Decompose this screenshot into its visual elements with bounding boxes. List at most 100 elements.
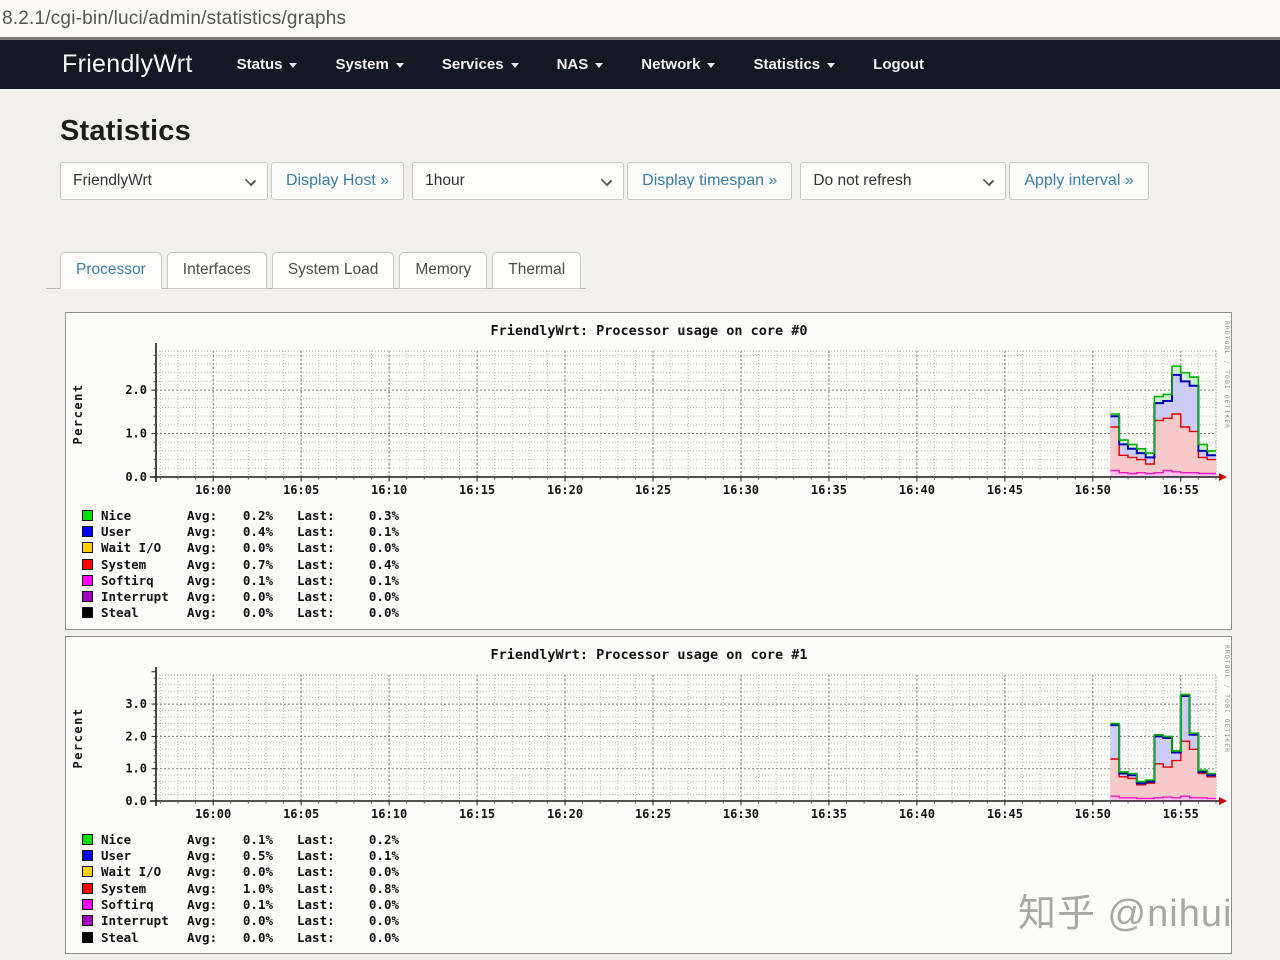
legend-last-label: Last: [297, 896, 335, 912]
chevron-down-icon [600, 174, 613, 187]
legend-avg-value: 0.0% [242, 929, 273, 945]
legend-last-value: 0.3% [368, 507, 399, 523]
nav-item-network[interactable]: Network [641, 56, 716, 73]
legend-last-value: 0.8% [368, 880, 399, 896]
tab-thermal[interactable]: Thermal [492, 252, 582, 289]
legend-series-name: Wait I/O [101, 864, 162, 880]
caret-down-icon [395, 63, 404, 68]
legend-swatch-icon [82, 525, 93, 537]
statistics-tabs: Processor Interfaces System Load Memory … [46, 252, 587, 289]
legend-last-label: Last: [297, 848, 335, 864]
legend-last-label: Last: [297, 929, 335, 945]
legend-avg-value: 0.0% [242, 589, 273, 605]
legend-last-value: 0.1% [368, 848, 399, 864]
legend-avg-value: 0.4% [242, 523, 273, 539]
legend-swatch-icon [82, 931, 93, 943]
svg-text:16:00: 16:00 [195, 807, 231, 821]
legend-last-value: 0.2% [368, 831, 399, 847]
legend-last-value: 0.0% [368, 929, 399, 945]
caret-down-icon [289, 63, 298, 68]
nav-item-status[interactable]: Status [237, 56, 298, 73]
svg-text:0.0: 0.0 [125, 794, 147, 808]
svg-text:16:20: 16:20 [547, 483, 583, 497]
svg-text:1.0: 1.0 [125, 762, 147, 776]
legend-last-label: Last: [297, 864, 335, 880]
svg-text:16:05: 16:05 [283, 807, 319, 821]
display-host-button[interactable]: Display Host » [271, 162, 405, 200]
graphs-list: FriendlyWrt: Processor usage on core #0 1… [65, 312, 1280, 960]
refresh-select[interactable]: Do not refresh [800, 162, 1007, 200]
rrdtool-credit-label: RRDTOOL / TOBI OETIKER [1223, 321, 1231, 429]
svg-text:16:55: 16:55 [1163, 807, 1199, 821]
legend-avg-value: 1.0% [242, 880, 273, 896]
svg-text:2.0: 2.0 [125, 729, 147, 743]
legend-avg-label: Avg: [187, 848, 218, 864]
svg-text:FriendlyWrt: Processor usage o: FriendlyWrt: Processor usage on core #0 [491, 323, 808, 339]
legend-swatch-icon [82, 850, 93, 862]
svg-text:16:50: 16:50 [1075, 807, 1111, 821]
navbar: FriendlyWrt Status System Services NAS N… [0, 40, 1280, 89]
legend-avg-label: Avg: [187, 507, 218, 523]
legend-avg-value: 0.1% [242, 896, 273, 912]
graph-controls: FriendlyWrt Display Host » 1hour Display… [60, 162, 1280, 200]
nav-item-logout[interactable]: Logout [873, 56, 924, 73]
legend-series-name: System [101, 880, 147, 896]
legend-swatch-icon [82, 509, 93, 521]
brand-friendlywrt[interactable]: FriendlyWrt [62, 50, 193, 79]
nav-item-system[interactable]: System [335, 56, 404, 73]
apply-interval-button[interactable]: Apply interval » [1009, 162, 1149, 200]
svg-text:1.0: 1.0 [125, 427, 147, 441]
svg-text:16:20: 16:20 [547, 807, 583, 821]
legend-last-value: 0.0% [368, 540, 399, 556]
cpu-core0-graph-panel: FriendlyWrt: Processor usage on core #0 1… [65, 312, 1232, 631]
nav-item-statistics[interactable]: Statistics [753, 56, 836, 73]
svg-text:3.0: 3.0 [125, 697, 147, 711]
svg-text:16:40: 16:40 [899, 807, 935, 821]
svg-text:16:45: 16:45 [987, 483, 1023, 497]
display-timespan-button[interactable]: Display timespan » [627, 162, 793, 200]
legend-last-value: 0.0% [368, 896, 399, 912]
legend-avg-label: Avg: [187, 880, 218, 896]
svg-text:16:35: 16:35 [811, 807, 847, 821]
caret-down-icon [510, 63, 519, 68]
chevron-down-icon [983, 174, 995, 187]
legend-series-name: Steal [101, 929, 139, 945]
legend-series-name: Softirq [101, 572, 154, 588]
legend-series-name: Softirq [101, 896, 154, 912]
legend-last-value: 0.0% [368, 864, 399, 880]
legend-row: System Avg: 0.7% Last: 0.4% [66, 556, 1231, 572]
tab-processor[interactable]: Processor [60, 252, 162, 289]
svg-text:16:50: 16:50 [1075, 483, 1111, 497]
legend-last-value: 0.4% [368, 556, 399, 572]
nav-item-services[interactable]: Services [442, 56, 519, 73]
legend-row: User Avg: 0.5% Last: 0.1% [66, 847, 1231, 863]
y-axis-label: Percent [71, 708, 85, 769]
legend-avg-label: Avg: [187, 572, 218, 588]
tab-interfaces[interactable]: Interfaces [166, 252, 267, 289]
legend-series-name: Interrupt [101, 913, 169, 929]
legend-row: Interrupt Avg: 0.0% Last: 0.0% [66, 588, 1231, 604]
legend-last-value: 0.1% [368, 523, 399, 539]
svg-text:2.0: 2.0 [125, 383, 147, 397]
legend-last-value: 0.1% [368, 572, 399, 588]
timespan-select[interactable]: 1hour [412, 162, 625, 200]
nav-item-nas[interactable]: NAS [557, 56, 604, 73]
svg-text:16:35: 16:35 [811, 483, 847, 497]
url-text: 8.2.1/cgi-bin/luci/admin/statistics/grap… [2, 7, 347, 29]
legend-last-label: Last: [297, 913, 335, 929]
host-select[interactable]: FriendlyWrt [60, 162, 268, 200]
legend-swatch-icon [82, 882, 93, 894]
legend-series-name: Interrupt [101, 589, 169, 605]
legend-swatch-icon [82, 898, 93, 910]
legend-avg-value: 0.1% [242, 572, 273, 588]
legend-series-name: Steal [101, 605, 139, 621]
legend-row: User Avg: 0.4% Last: 0.1% [66, 523, 1231, 539]
legend-swatch-icon [82, 607, 93, 619]
tab-memory[interactable]: Memory [399, 252, 488, 289]
legend-swatch-icon [82, 574, 93, 586]
legend-last-label: Last: [297, 540, 335, 556]
legend-row: Softirq Avg: 0.1% Last: 0.1% [66, 572, 1231, 588]
legend-avg-label: Avg: [187, 831, 218, 847]
legend-row: Steal Avg: 0.0% Last: 0.0% [66, 605, 1231, 621]
tab-system-load[interactable]: System Load [271, 252, 395, 289]
